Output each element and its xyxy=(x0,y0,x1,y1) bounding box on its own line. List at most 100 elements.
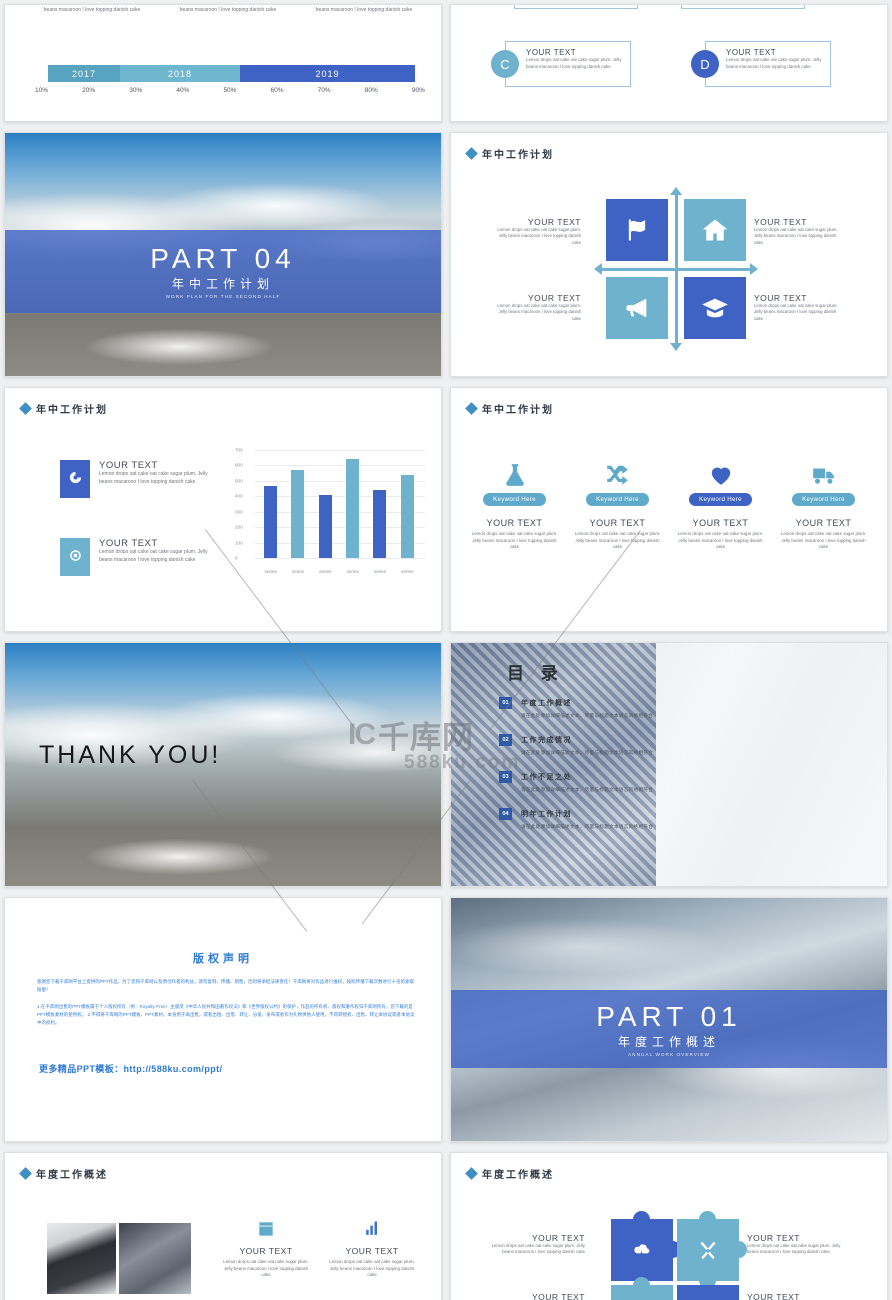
flask-icon xyxy=(505,464,524,486)
diamond-icon xyxy=(465,402,478,415)
quadrant-body: Lemon drops oat cake oat cake sugar plum… xyxy=(497,227,581,245)
quadrant-body: Lemon drops oat cake oat cake sugar plum… xyxy=(497,303,581,321)
keyword-pill[interactable]: Keyword Here xyxy=(792,493,855,506)
top-empty-boxes xyxy=(514,5,805,9)
toc-item[interactable]: 02 工作完成情况 请在此处添加详细描述文本，尽量与标题文本语言风格相符合 xyxy=(499,734,873,756)
slide-bar-chart[interactable]: 年中工作计划 YOUR TEXT Lemon drops oat cake oa… xyxy=(4,387,442,632)
toc-item[interactable]: 01 年度工作概述 请在此处添加详细描述文本，尽量与标题文本语言风格相符合 xyxy=(499,697,873,719)
business-people-photo xyxy=(47,1223,116,1294)
arrow-up-icon xyxy=(670,187,682,195)
keyword-body: Lemon drops oat cake oat cake sugar plum… xyxy=(471,531,558,550)
card-text: Lemon drops oat cake oat cake sugar plum… xyxy=(726,57,822,69)
puzzle-piece-tr[interactable] xyxy=(677,1211,747,1289)
caption-col: Lemon drops oat cake oat cake sugar plum… xyxy=(307,5,421,14)
quadrant-tile-tr[interactable] xyxy=(684,199,746,261)
keyword-pill[interactable]: Keyword Here xyxy=(483,493,546,506)
segment-2019: 2019 xyxy=(240,65,415,82)
keyword-columns: Keyword Here YOUR TEXT Lemon drops oat c… xyxy=(463,462,875,551)
keyword-pill[interactable]: Keyword Here xyxy=(689,493,752,506)
quadrant-body: Lemon drops oat cake oat cake sugar plum… xyxy=(754,303,838,321)
toc-item[interactable]: 03 工作不足之处 请在此处添加详细描述文本，尽量与标题文本语言风格相符合 xyxy=(499,771,873,793)
overview-column: YOUR TEXT Lemon drops oat cake oat cake … xyxy=(326,1219,418,1279)
keyword-column[interactable]: Keyword Here YOUR TEXT Lemon drops oat c… xyxy=(772,462,875,551)
more-templates-link[interactable]: 更多精品PPT模板：http://588ku.com/ppt/ xyxy=(39,1062,222,1075)
quadrant-text-tl: YOUR TEXT Lemon drops oat cake oat cake … xyxy=(489,217,581,246)
letter-card-d[interactable]: D YOUR TEXT Lemon drops oat cake oat cak… xyxy=(691,41,831,87)
caption-text: Lemon drops oat cake oat cake sugar plum… xyxy=(179,6,277,13)
toc-number: 02 xyxy=(499,734,512,746)
part-title-cn: 年度工作概述 xyxy=(617,1034,720,1049)
tools-icon xyxy=(700,1241,716,1260)
puzzle-knob xyxy=(633,1277,650,1294)
keyword-title: YOUR TEXT xyxy=(692,518,749,528)
year-segment-bar: 2017 2018 2019 xyxy=(48,65,415,82)
percent-tick: 70% xyxy=(317,87,331,94)
keyword-pill[interactable]: Keyword Here xyxy=(586,493,649,506)
chart-bar xyxy=(291,470,305,558)
percent-tick: 60% xyxy=(270,87,284,94)
slide-quadrant[interactable]: 年中工作计划 YOUR TEXT Lemon drops oat cake oa… xyxy=(450,132,888,377)
arrow-left-icon xyxy=(594,263,602,275)
slide-part-01[interactable]: PART 01 年度工作概述 ANNUAL WORK OVERVIEW xyxy=(450,897,888,1142)
slide-copyright[interactable]: 版权声明 感谢您下载千库网平台上提供的PPT作品，为了您和千库网以及原创作者的利… xyxy=(4,897,442,1142)
letter-card-body: YOUR TEXT Lemon drops oat cake oat cake … xyxy=(505,41,631,87)
chart-x-tick: series xyxy=(373,569,387,574)
cloud-lightning-icon xyxy=(634,1244,650,1259)
percent-tick-row: 10% 20% 30% 40% 50% 60% 70% 80% 90% xyxy=(35,87,425,94)
keyword-column[interactable]: Keyword Here YOUR TEXT Lemon drops oat c… xyxy=(566,462,669,551)
toc-item[interactable]: 04 明年工作计划 请在此处添加详细描述文本，尽量与标题文本语言风格相符合 xyxy=(499,808,873,830)
slide-overview-photos[interactable]: 年度工作概述 YOUR TEXT Lemon drops oat cake oa… xyxy=(4,1152,442,1300)
ribbon-title: YOUR TEXT xyxy=(99,538,158,549)
megaphone-icon xyxy=(626,298,647,318)
percent-tick: 50% xyxy=(223,87,237,94)
quadrant-diagram xyxy=(594,187,758,351)
slide-cell: 年中工作计划 YOUR TEXT Lemon drops oat cake oa… xyxy=(446,128,892,383)
toc-desc: 请在此处添加详细描述文本，尽量与标题文本语言风格相符合 xyxy=(521,713,654,718)
quadrant-tile-bl[interactable] xyxy=(606,277,668,339)
empty-box xyxy=(514,5,638,9)
slide-keyword-icons[interactable]: 年中工作计划 Keyword Here YOUR TEXT Lemon drop… xyxy=(450,387,888,632)
chart-y-tick: 500 xyxy=(235,478,243,484)
letter-card-c[interactable]: C YOUR TEXT Lemon drops oat cake oat cak… xyxy=(491,41,631,87)
slide-puzzle[interactable]: 年度工作概述 YOUR TEXT Lemon drops oat cake oa… xyxy=(450,1152,888,1300)
puzzle-text-br: YOUR TEXT xyxy=(747,1292,843,1300)
quadrant-tile-tl[interactable] xyxy=(606,199,668,261)
graduation-cap-icon xyxy=(702,298,728,318)
slide-cell: PART 04 年中工作计划 WORK PLAN FOR THE SECOND … xyxy=(0,128,446,383)
quadrant-tile-br[interactable] xyxy=(684,277,746,339)
slide-heading: 年度工作概述 xyxy=(465,1166,554,1181)
slide-thank-you[interactable]: THANK YOU! xyxy=(4,642,442,887)
letter-badge: D xyxy=(691,50,719,78)
caption-text: Lemon drops oat cake oat cake sugar plum… xyxy=(43,6,141,13)
slide-letter-cards[interactable]: C YOUR TEXT Lemon drops oat cake oat cak… xyxy=(450,4,888,122)
slide-heading-text: 年度工作概述 xyxy=(482,1170,554,1181)
slide-percent-bar[interactable]: Lemon drops oat cake oat cake sugar plum… xyxy=(4,4,442,122)
puzzle-body: Lemon drops oat cake oat cake sugar plum… xyxy=(747,1243,841,1255)
signal-icon xyxy=(366,1221,377,1235)
part-title-cn: 年中工作计划 xyxy=(171,277,274,292)
copyright-paragraph-2: 1.在千库网出售的PPT模板属于个人版权所有（例：Royalty-Free）主版… xyxy=(37,1004,415,1026)
overview-column: YOUR TEXT Lemon drops oat cake oat cake … xyxy=(220,1219,312,1279)
letter-card-row: C YOUR TEXT Lemon drops oat cake oat cak… xyxy=(491,41,831,87)
toc-title: 工作不足之处 xyxy=(521,774,572,781)
keyword-column[interactable]: Keyword Here YOUR TEXT Lemon drops oat c… xyxy=(463,462,566,551)
puzzle-piece-br[interactable] xyxy=(677,1285,739,1300)
slide-heading: 年中工作计划 xyxy=(465,146,554,161)
slide-cell: 年度工作概述 YOUR TEXT Lemon drops oat cake oa… xyxy=(446,1148,892,1300)
keyword-column[interactable]: Keyword Here YOUR TEXT Lemon drops oat c… xyxy=(669,462,772,551)
slide-part-04[interactable]: PART 04 年中工作计划 WORK PLAN FOR THE SECOND … xyxy=(4,132,442,377)
quadrant-title: YOUR TEXT xyxy=(754,293,807,303)
copyright-paragraph-1: 感谢您下载千库网平台上提供的PPT作品，为了您和千库网以及原创作者的利益，请勿复… xyxy=(37,979,415,993)
slide-table-of-contents[interactable]: 目 录 01 年度工作概述 请在此处添加详细描述文本，尽量与标题文本语言风格相符合… xyxy=(450,642,888,887)
copyright-heading: 版权声明 xyxy=(193,953,253,965)
laptop-typing-photo xyxy=(119,1223,191,1294)
puzzle-piece-bl[interactable] xyxy=(611,1277,673,1300)
ribbon-body: Lemon drops oat cake oat cake sugar plum… xyxy=(99,471,208,485)
ribbon-body: Lemon drops oat cake oat cake sugar plum… xyxy=(99,549,208,563)
ribbon-item-1: YOUR TEXT Lemon drops oat cake oat cake … xyxy=(60,460,222,498)
letter-badge: C xyxy=(491,50,519,78)
part-number: PART 04 xyxy=(150,242,296,274)
chart-y-tick: 600 xyxy=(235,462,243,468)
puzzle-piece-tl[interactable] xyxy=(611,1211,681,1281)
chart-bar xyxy=(346,459,360,558)
